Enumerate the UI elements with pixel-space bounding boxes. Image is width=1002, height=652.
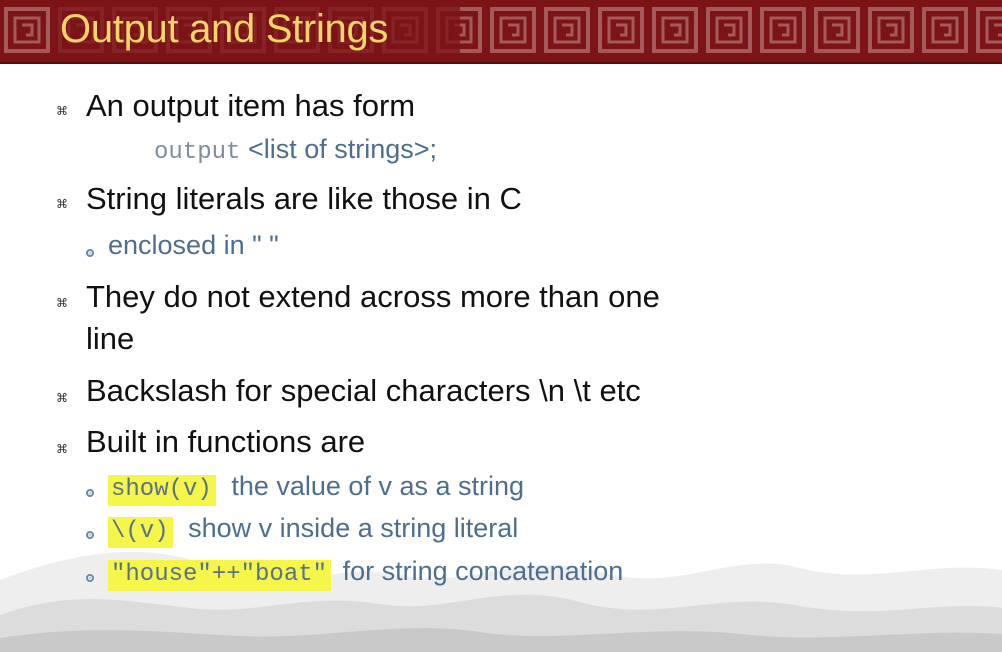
output-arguments: <list of strings>; [247, 134, 438, 164]
slide: Output and Strings ⌘ An output item has … [0, 0, 1002, 652]
bullet-output-item: An output item has form [86, 88, 416, 123]
bullet-built-in-functions: Built in functions are [86, 424, 366, 459]
bullet-no-extend-line1: They do not extend across more than one [86, 279, 660, 314]
command-key-icon: ⌘ [56, 296, 68, 310]
output-keyword: output [154, 139, 241, 166]
title-banner: Output and Strings [0, 0, 1002, 64]
sub-show-function: show(v) the value of v as a string [108, 470, 524, 506]
command-key-icon: ⌘ [56, 391, 68, 405]
sub-enclosed-in: enclosed in " " [108, 230, 279, 260]
sub-concatenation: "house"++"boat" for string concatenation [108, 555, 623, 591]
command-key-icon: ⌘ [56, 442, 68, 456]
bullet-string-literals: String literals are like those in C [86, 181, 522, 216]
ring-dot-icon [86, 531, 94, 539]
command-key-icon: ⌘ [56, 197, 68, 211]
sub-interpolation: \(v) show v inside a string literal [108, 512, 518, 548]
output-syntax: output <list of strings>; [154, 133, 437, 169]
slide-title: Output and Strings [60, 7, 389, 51]
code-show: show(v) [108, 475, 216, 506]
desc-concatenation: for string concatenation [342, 556, 624, 586]
ring-dot-icon [86, 249, 94, 257]
ring-dot-icon [86, 489, 94, 497]
code-interpolation: \(v) [108, 517, 173, 548]
command-key-icon: ⌘ [56, 104, 68, 118]
ring-dot-icon [86, 574, 94, 582]
desc-interpolation: show v inside a string literal [188, 513, 519, 543]
code-concatenation: "house"++"boat" [108, 560, 332, 591]
bullet-no-extend-line2: line [86, 321, 135, 356]
desc-show: the value of v as a string [231, 471, 525, 501]
bullet-backslash: Backslash for special characters \n \t e… [86, 373, 641, 408]
